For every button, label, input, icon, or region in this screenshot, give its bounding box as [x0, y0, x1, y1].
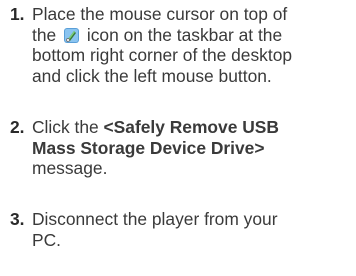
- step-text: Click the <Safely Remove USB Mass Storag…: [32, 117, 350, 179]
- step-line: bottom right corner of the desktop: [32, 45, 293, 65]
- step-line: Mass Storage Device Drive>: [32, 137, 265, 158]
- instructions-page: 1. Place the mouse cursor on top of the …: [0, 0, 356, 276]
- step-line: the icon on the taskbar at the: [32, 24, 283, 45]
- step-number: 2.: [10, 117, 25, 137]
- step-number: 3.: [10, 209, 25, 229]
- safely-remove-hardware-icon: [63, 27, 80, 44]
- step-3: 3. Disconnect the player from your PC.: [10, 209, 350, 250]
- step-text: Place the mouse cursor on top of the ico…: [32, 4, 350, 86]
- step-line: Place the mouse cursor on top of: [32, 4, 288, 24]
- step-text: Disconnect the player from your PC.: [32, 209, 350, 250]
- step-2: 2. Click the <Safely Remove USB Mass Sto…: [10, 117, 350, 179]
- step-line: Disconnect the player from your: [32, 209, 278, 229]
- step-line: and click the left mouse button.: [32, 65, 272, 86]
- step-1: 1. Place the mouse cursor on top of the …: [10, 4, 350, 86]
- step-line: Click the <Safely Remove USB: [32, 117, 279, 137]
- step-number: 1.: [10, 4, 25, 24]
- step-line: message.: [32, 158, 108, 178]
- step-line: PC.: [32, 229, 61, 250]
